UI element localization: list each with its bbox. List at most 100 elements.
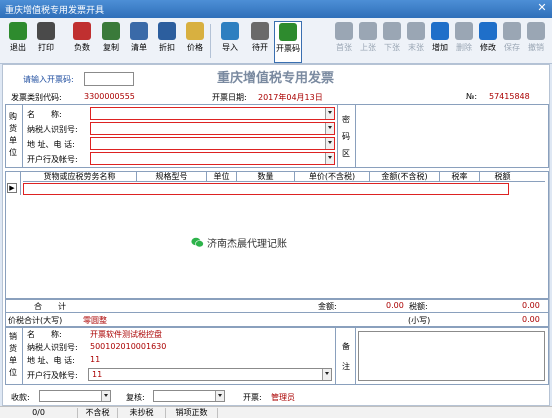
check-icon [503, 22, 521, 40]
prev-record-icon [359, 22, 377, 40]
column-header[interactable]: 税额 [480, 172, 525, 182]
negative-button[interactable]: 负数 [68, 21, 96, 63]
toolbar-button-label: 折扣 [159, 43, 175, 52]
buyer-bank-select[interactable] [90, 152, 335, 165]
toolbar-button-label: 打印 [38, 43, 54, 52]
column-header[interactable]: 数量 [237, 172, 295, 182]
seller-tax-id-value: 500102010001630 [90, 342, 167, 351]
column-header[interactable]: 单价(不含税) [295, 172, 370, 182]
seller-bank-select[interactable]: 11 [88, 368, 332, 381]
column-header[interactable]: 货物或应税劳务名称 [23, 172, 137, 182]
toolbar-button-label: 撤销 [528, 43, 544, 52]
invoice-no-value: 57415848 [489, 92, 530, 101]
toolbar-button-label: 清单 [131, 43, 147, 52]
print-button[interactable]: 打印 [32, 21, 60, 63]
buyer-name-select[interactable] [90, 107, 335, 120]
pending-icon [251, 22, 269, 40]
date-label: 开票日期: [212, 93, 247, 102]
row-pointer-icon: ▶ [7, 183, 17, 193]
last-record-icon [407, 22, 425, 40]
discount-icon [158, 22, 176, 40]
invoice-code-input[interactable] [84, 72, 134, 86]
clear-button[interactable]: 清单 [125, 21, 153, 63]
copy-tax-status: 未抄税 [118, 408, 166, 418]
window-title: 重庆增值税专用发票开具 [5, 6, 105, 16]
buyer-tax-id-select[interactable] [90, 122, 335, 135]
seller-address-value: 11 [90, 355, 101, 364]
toolbar-button-label: 导入 [222, 43, 238, 52]
plus-icon [431, 22, 449, 40]
modify-icon [479, 22, 497, 40]
toolbar-separator [210, 24, 211, 58]
remark-input[interactable] [358, 331, 545, 381]
copy-icon [102, 22, 120, 40]
toolbar-button-label: 退出 [10, 43, 26, 52]
reviewer-select[interactable] [153, 390, 225, 402]
undo-icon [527, 22, 545, 40]
type-code-label: 发票类别代码: [11, 93, 62, 102]
sale-type-status: 销项正数 [166, 408, 218, 418]
import-icon [221, 22, 239, 40]
close-icon[interactable]: ✕ [536, 2, 548, 14]
buyer-address-select[interactable] [90, 137, 335, 150]
issuer-label: 开票: [243, 393, 262, 402]
table-row[interactable] [23, 183, 509, 195]
exit-button[interactable]: 退出 [4, 21, 32, 63]
seller-side-label: 销货单位 [9, 332, 17, 377]
buyer-address-label: 地 址、电 话: [27, 140, 75, 149]
buyer-bank-label: 开户行及帐号: [27, 155, 78, 164]
items-table-header: 货物或应税劳务名称 规格型号 单位 数量 单价(不含税) 金额(不含税) 税率 税额 [23, 172, 545, 182]
next-record-icon [383, 22, 401, 40]
toolbar-button-label: 复制 [103, 43, 119, 52]
uppercase-total-value: 零圆整 [83, 316, 107, 325]
tax-label: 税额: [409, 302, 428, 311]
tax-mode-status: 不含税 [78, 408, 118, 418]
column-header[interactable]: 单位 [207, 172, 237, 182]
buyer-name-label: 名 称: [27, 110, 62, 119]
seller-bank-value: 11 [92, 370, 103, 379]
password-zone-label: 密码区 [342, 115, 350, 158]
negative-invoice-icon [73, 22, 91, 40]
invoice-code-icon [279, 23, 297, 41]
import-button[interactable]: 导入 [216, 21, 244, 63]
column-header[interactable]: 税率 [440, 172, 480, 182]
toolbar: 退出 打印 负数 复制 清单 折扣 价格 导入 待开 开票码 首张 上张 下张 末张 增加 删除 修改 保存 撤销 [0, 18, 552, 64]
discount-button[interactable]: 折扣 [153, 21, 181, 63]
seller-bank-label: 开户行及帐号: [27, 371, 78, 380]
exit-door-icon [9, 22, 27, 40]
payee-select[interactable] [39, 390, 111, 402]
amount-label: 金额: [318, 302, 337, 311]
invoice-form: 请输入开票码: 重庆增值税专用发票 发票类别代码: 3300000555 开票日… [2, 64, 550, 406]
column-header[interactable]: 规格型号 [137, 172, 207, 182]
watermark: 济南杰晨代理记账 [191, 236, 287, 250]
copy-button[interactable]: 复制 [97, 21, 125, 63]
date-value: 2017年04月13日 [258, 93, 323, 102]
amount-value: 0.00 [386, 301, 404, 310]
list-icon [130, 22, 148, 40]
toolbar-button-label: 价格 [187, 43, 203, 52]
pending-button[interactable]: 待开 [246, 21, 274, 63]
minus-icon [455, 22, 473, 40]
printer-icon [37, 22, 55, 40]
remark-label: 备注 [342, 342, 350, 371]
seller-name-label: 名 称: [27, 330, 62, 339]
price-button[interactable]: 价格 [181, 21, 209, 63]
undo-button: 撤销 [522, 21, 550, 63]
column-header[interactable]: 金额(不含税) [370, 172, 440, 182]
wechat-icon [191, 237, 204, 247]
watermark-text: 济南杰晨代理记账 [207, 238, 287, 250]
issuer-value: 管理员 [271, 393, 295, 402]
buyer-side-label: 购货单位 [9, 112, 17, 157]
type-code-value: 3300000555 [84, 92, 135, 101]
invoice-code-button[interactable]: 开票码 [274, 21, 302, 63]
seller-name-value: 开票软件测试税控盘 [90, 330, 162, 339]
toolbar-button-label: 待开 [252, 43, 268, 52]
small-total-value: 0.00 [522, 315, 540, 324]
window-title-bar: 重庆增值税专用发票开具 ✕ [0, 0, 552, 18]
small-total-label: (小写) [408, 316, 431, 325]
reviewer-label: 复核: [126, 393, 145, 402]
invoice-no-label: №: [466, 92, 478, 101]
tax-value: 0.00 [522, 301, 540, 310]
payee-label: 收款: [11, 393, 30, 402]
toolbar-button-label: 开票码 [276, 44, 300, 53]
